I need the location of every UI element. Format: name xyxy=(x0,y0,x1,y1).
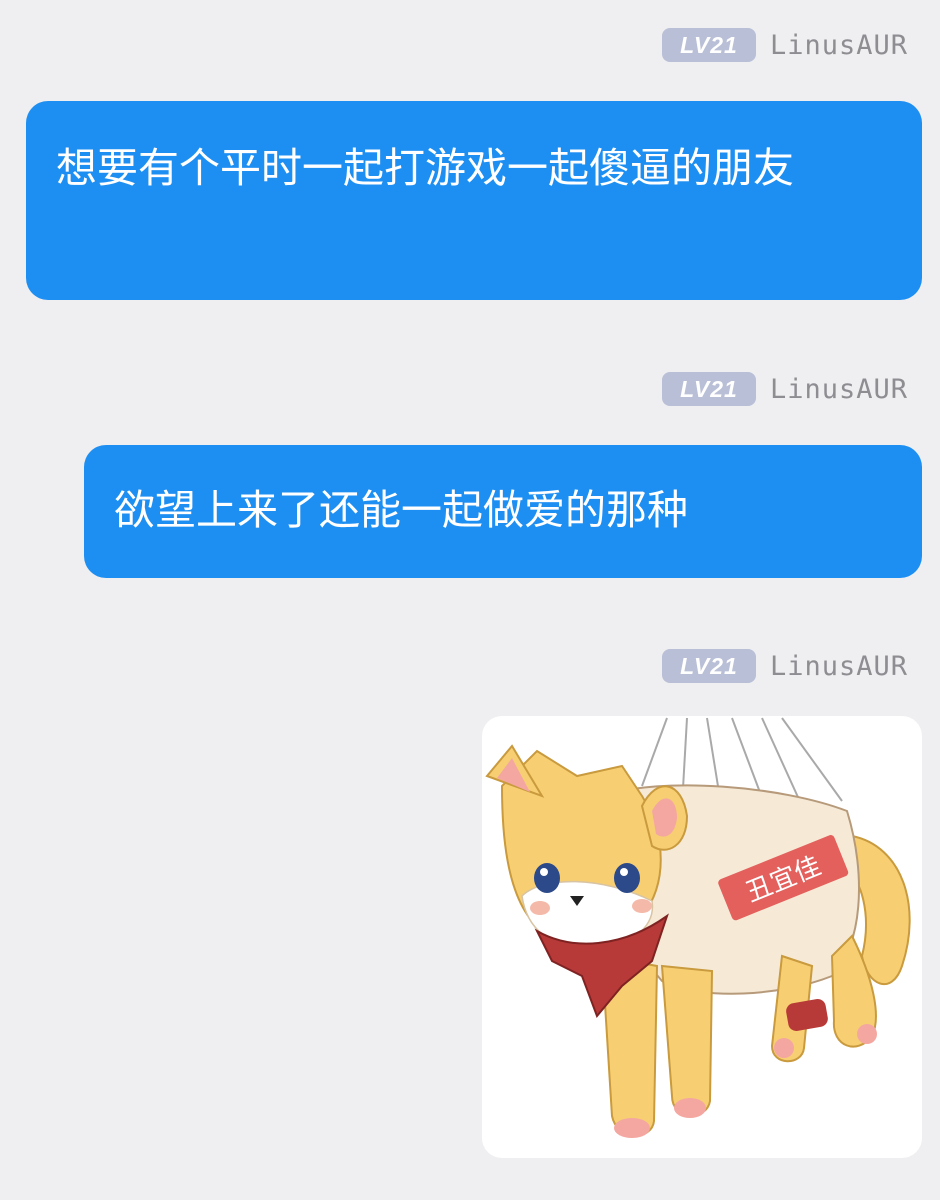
message-bubble[interactable]: 欲望上来了还能一起做爱的那种 xyxy=(84,445,922,578)
username[interactable]: LinusAUR xyxy=(770,30,908,61)
username[interactable]: LinusAUR xyxy=(770,651,908,682)
message-text: 欲望上来了还能一起做爱的那种 xyxy=(114,486,688,534)
message-header: LV21 LinusAUR xyxy=(661,369,908,409)
message-text: 想要有个平时一起打游戏一起傻逼的朋友 xyxy=(56,144,794,192)
shiba-dog-in-bag-sticker: 丑宜佳 xyxy=(485,717,911,1138)
sticker-message[interactable]: 丑宜佳 xyxy=(482,716,922,1158)
message-bubble[interactable]: 想要有个平时一起打游戏一起傻逼的朋友 xyxy=(26,101,922,300)
level-badge: LV21 xyxy=(661,372,756,406)
message-header: LV21 LinusAUR xyxy=(661,25,908,65)
message-header: LV21 LinusAUR xyxy=(661,646,908,686)
username[interactable]: LinusAUR xyxy=(770,374,908,405)
level-badge: LV21 xyxy=(661,649,756,683)
level-badge: LV21 xyxy=(661,28,756,62)
